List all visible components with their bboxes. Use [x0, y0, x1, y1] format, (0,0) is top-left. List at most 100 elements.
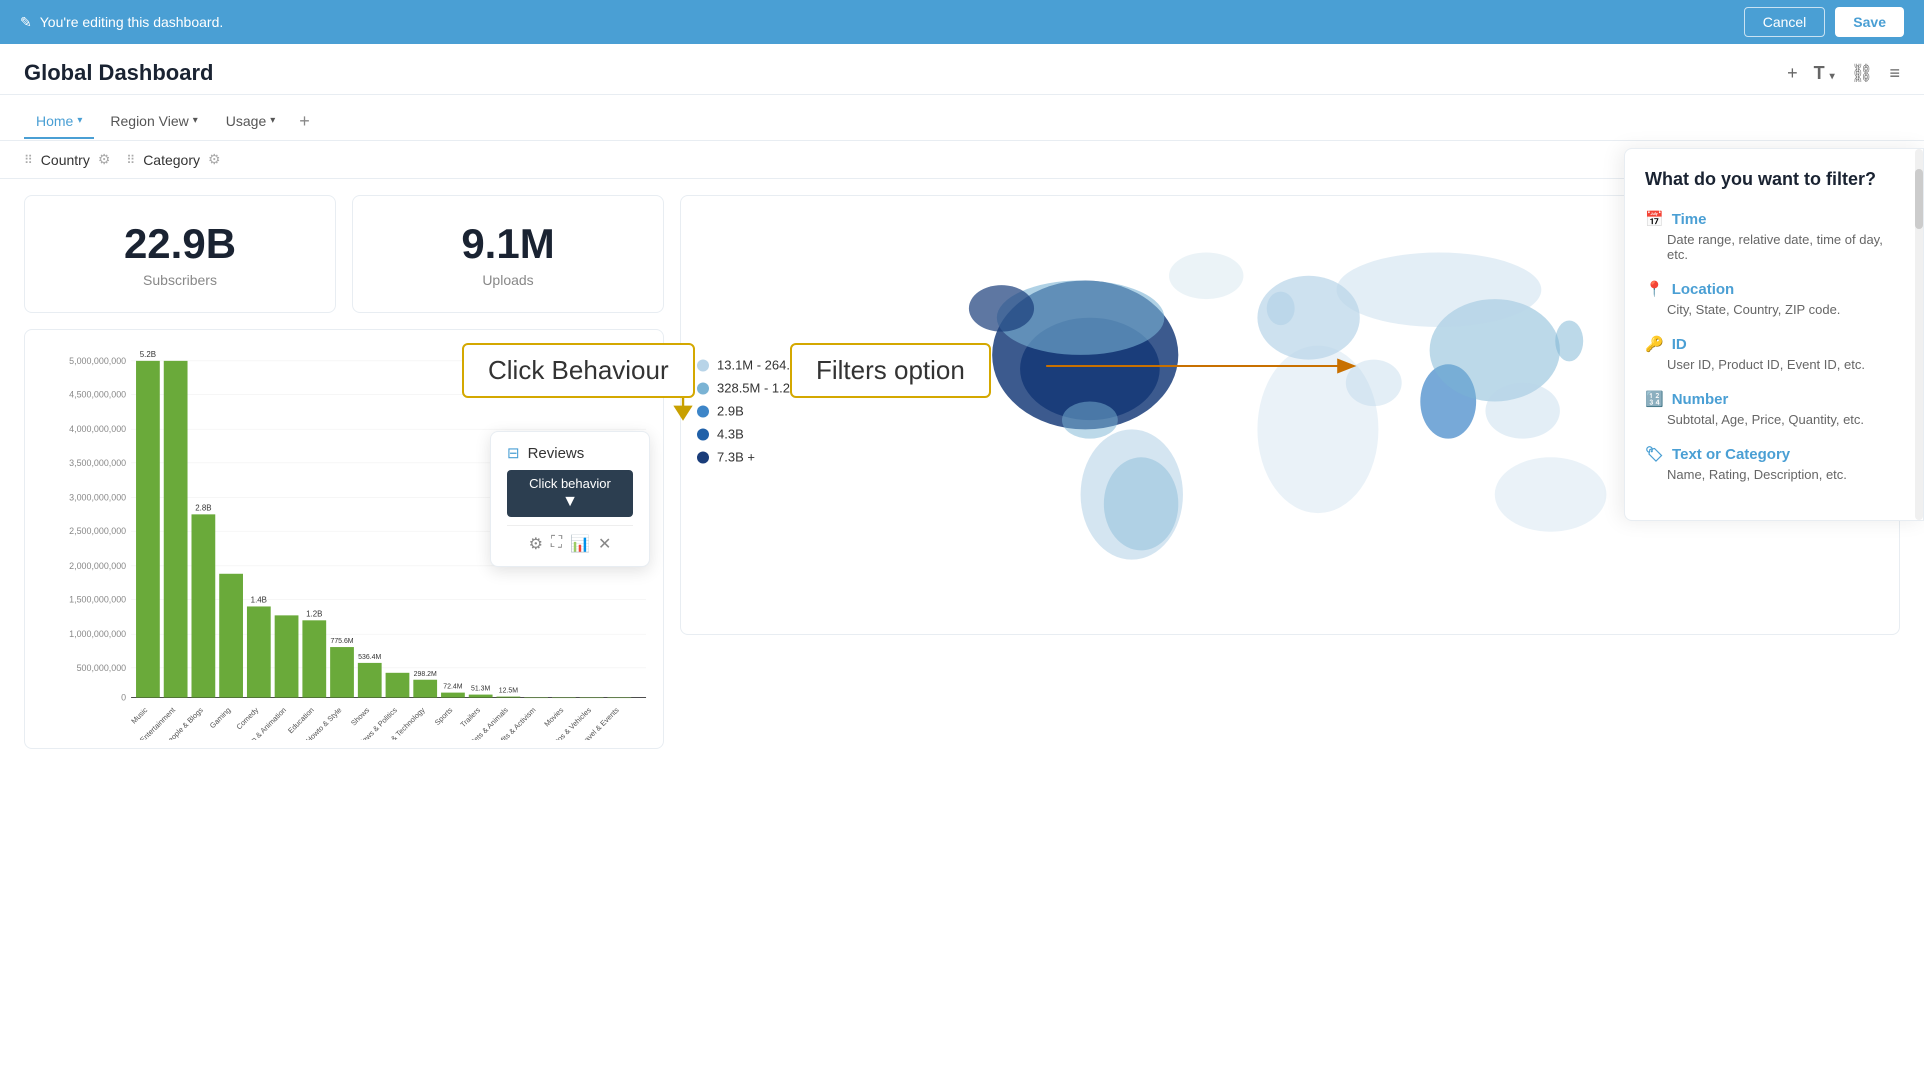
legend-item-4: 4.3B [697, 427, 808, 442]
svg-text:3,500,000,000: 3,500,000,000 [69, 458, 126, 468]
filter-option-time-title: 📅 Time [1645, 210, 1903, 228]
svg-text:1,000,000,000: 1,000,000,000 [69, 629, 126, 639]
filter-option-id[interactable]: 🔑 ID User ID, Product ID, Event ID, etc. [1645, 335, 1903, 372]
add-element-icon[interactable]: + [1787, 63, 1798, 84]
text-icon[interactable]: T ▾ [1814, 63, 1835, 84]
id-description: User ID, Product ID, Event ID, etc. [1645, 357, 1903, 372]
save-button[interactable]: Save [1835, 7, 1904, 37]
filter-option-number-title: 🔢 Number [1645, 390, 1903, 408]
metric-cards: 22.9B Subscribers 9.1M Uploads [24, 195, 664, 313]
legend-dot-5 [697, 451, 709, 463]
reviews-actions: ⚙ ⛶ 📊 ✕ [507, 525, 633, 554]
svg-text:4,000,000,000: 4,000,000,000 [69, 424, 126, 434]
tab-usage[interactable]: Usage ▾ [214, 105, 288, 139]
svg-text:4,500,000,000: 4,500,000,000 [69, 389, 126, 399]
click-behavior-text: Click behavior [529, 476, 611, 491]
pencil-icon: ✎ [20, 14, 32, 31]
legend-dot-4 [697, 428, 709, 440]
filter-option-time[interactable]: 📅 Time Date range, relative date, time o… [1645, 210, 1903, 262]
filter-label-category: Category [143, 152, 200, 168]
callout-filters-option: Filters option [790, 343, 991, 398]
number-icon: 🔢 [1645, 390, 1664, 408]
metric-card-uploads: 9.1M Uploads [352, 195, 664, 313]
uploads-value: 9.1M [377, 220, 639, 268]
expand-action-icon[interactable]: ⛶ [551, 534, 562, 554]
tab-region-chevron: ▾ [193, 115, 198, 126]
time-label: Time [1672, 211, 1707, 228]
filter-option-number[interactable]: 🔢 Number Subtotal, Age, Price, Quantity,… [1645, 390, 1903, 427]
tab-home-label: Home [36, 113, 73, 129]
legend-dot-3 [697, 405, 709, 417]
svg-text:Trailers: Trailers [458, 705, 482, 729]
location-icon: 📍 [1645, 280, 1664, 298]
subscribers-label: Subscribers [49, 272, 311, 288]
add-tab-button[interactable]: + [291, 103, 318, 140]
filter-option-id-title: 🔑 ID [1645, 335, 1903, 353]
filter-option-text-category[interactable]: 🏷 Text or Category Name, Rating, Descrip… [1645, 445, 1903, 482]
id-label: ID [1672, 336, 1687, 353]
dashboard-header: Global Dashboard + T ▾ ⛓ ≡ [0, 44, 1924, 95]
legend-label-4: 4.3B [717, 427, 744, 442]
click-behavior-tooltip: Click behavior ▼ [507, 470, 633, 517]
filter-chip-country: ⠿ Country ⚙ [24, 151, 110, 168]
svg-text:0: 0 [121, 693, 126, 703]
tab-region-view-label: Region View [110, 113, 188, 129]
callout-click-behaviour: Click Behaviour [462, 343, 695, 398]
svg-text:775.6M: 775.6M [330, 638, 353, 645]
svg-text:Gaming: Gaming [208, 705, 233, 730]
svg-text:5.2B: 5.2B [140, 350, 156, 359]
cancel-button[interactable]: Cancel [1744, 7, 1826, 37]
editing-actions: Cancel Save [1744, 7, 1904, 37]
settings-action-icon[interactable]: ⚙ [529, 534, 543, 554]
number-label: Number [1672, 391, 1729, 408]
legend-label-2: 328.5M - 1.2B [717, 381, 799, 396]
legend-item-5: 7.3B + [697, 450, 808, 465]
reviews-popup: ⊟ Reviews Click behavior ▼ ⚙ ⛶ 📊 ✕ [490, 431, 650, 567]
legend-dot-2 [697, 382, 709, 394]
svg-text:2,500,000,000: 2,500,000,000 [69, 526, 126, 536]
header-actions: + T ▾ ⛓ ≡ [1787, 63, 1900, 84]
editing-bar: ✎ You're editing this dashboard. Cancel … [0, 0, 1924, 44]
time-description: Date range, relative date, time of day, … [1645, 232, 1903, 262]
text-category-description: Name, Rating, Description, etc. [1645, 467, 1903, 482]
tab-region-view[interactable]: Region View ▾ [98, 105, 209, 139]
main-content: Global Dashboard + T ▾ ⛓ ≡ Home ▾ Region… [0, 44, 1924, 1080]
tab-home-chevron: ▾ [77, 115, 82, 126]
callout-filters-option-text: Filters option [816, 355, 965, 385]
legend-dot-1 [697, 359, 709, 371]
number-description: Subtotal, Age, Price, Quantity, etc. [1645, 412, 1903, 427]
svg-text:Comedy: Comedy [234, 705, 260, 731]
gear-icon-country[interactable]: ⚙ [98, 151, 111, 168]
drag-handle-category[interactable]: ⠿ [126, 153, 135, 167]
reviews-icon: ⊟ [507, 444, 520, 462]
filter-panel: What do you want to filter? 📅 Time Date … [1624, 148, 1924, 521]
tab-home[interactable]: Home ▾ [24, 105, 94, 139]
svg-text:1.4B: 1.4B [251, 595, 267, 604]
link-icon[interactable]: ⛓ [1851, 63, 1874, 84]
scrollbar-track [1915, 149, 1923, 520]
close-action-icon[interactable]: ✕ [598, 534, 611, 554]
svg-text:51.3M: 51.3M [471, 686, 490, 693]
scrollbar-thumb[interactable] [1915, 169, 1923, 229]
gear-icon-category[interactable]: ⚙ [208, 151, 221, 168]
svg-text:Shows: Shows [349, 705, 371, 727]
chart-action-icon[interactable]: 📊 [570, 534, 590, 554]
drag-handle-country[interactable]: ⠿ [24, 153, 33, 167]
svg-text:298.2M: 298.2M [414, 671, 437, 678]
filter-icon[interactable]: ≡ [1889, 63, 1900, 84]
text-category-label: Text or Category [1672, 446, 1790, 463]
down-arrow-icon: ▼ [519, 493, 621, 511]
id-icon: 🔑 [1645, 335, 1664, 353]
subscribers-value: 22.9B [49, 220, 311, 268]
svg-text:12.5M: 12.5M [499, 688, 518, 695]
filter-option-location[interactable]: 📍 Location City, State, Country, ZIP cod… [1645, 280, 1903, 317]
svg-text:Music: Music [129, 705, 149, 725]
filter-option-location-title: 📍 Location [1645, 280, 1903, 298]
svg-text:536.4M: 536.4M [358, 654, 381, 661]
text-category-icon: 🏷 [1645, 445, 1664, 463]
svg-text:3,000,000,000: 3,000,000,000 [69, 492, 126, 502]
filter-label-country: Country [41, 152, 90, 168]
editing-text: You're editing this dashboard. [40, 14, 224, 30]
reviews-title: Reviews [528, 445, 585, 462]
reviews-header: ⊟ Reviews [507, 444, 633, 462]
